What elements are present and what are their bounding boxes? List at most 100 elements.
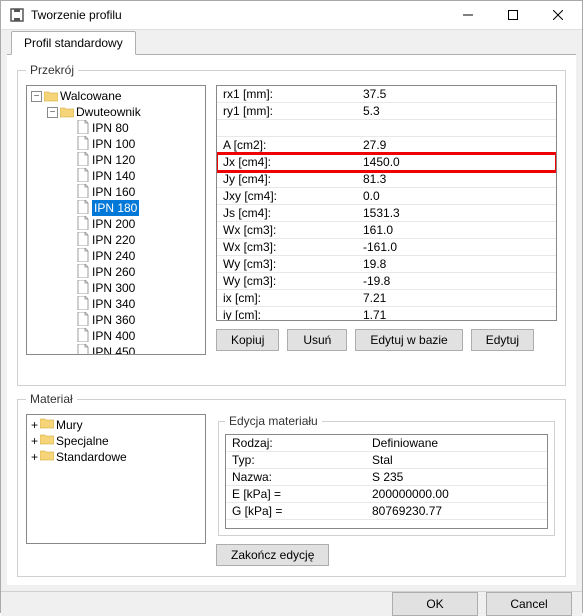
property-key: A [cm2]: bbox=[217, 137, 357, 153]
tree-item[interactable]: IPN 340 bbox=[63, 296, 205, 312]
material-tree-item[interactable]: +Specjalne bbox=[31, 433, 205, 449]
property-row[interactable]: A [cm2]:27.9 bbox=[217, 137, 556, 154]
property-value: 161.0 bbox=[357, 222, 556, 238]
tree-item[interactable]: IPN 120 bbox=[63, 152, 205, 168]
material-fieldset: Materiał +Mury+Specjalne+Standardowe Edy… bbox=[17, 392, 566, 577]
property-row[interactable]: Wy [cm3]:19.8 bbox=[217, 256, 556, 273]
material-tree-item[interactable]: +Standardowe bbox=[31, 449, 205, 465]
property-row[interactable]: Js [cm4]:1531.3 bbox=[217, 205, 556, 222]
property-value: 37.5 bbox=[357, 86, 556, 102]
material-legend: Materiał bbox=[26, 392, 77, 406]
ok-button[interactable]: OK bbox=[392, 592, 478, 616]
tree-item[interactable]: IPN 220 bbox=[63, 232, 205, 248]
property-row[interactable]: Jx [cm4]:1450.0 bbox=[217, 154, 556, 171]
section-tree[interactable]: −Walcowane−DwuteownikIPN 80IPN 100IPN 12… bbox=[26, 85, 206, 355]
property-value: 1531.3 bbox=[357, 205, 556, 221]
dialog-window: Tworzenie profilu Profil standardowy Prz… bbox=[0, 0, 583, 613]
material-property-row[interactable]: Nazwa:S 235 bbox=[226, 469, 547, 486]
property-key: Js [cm4]: bbox=[217, 205, 357, 221]
file-icon bbox=[76, 296, 90, 312]
tree-item[interactable]: IPN 140 bbox=[63, 168, 205, 184]
tree-node-root[interactable]: −Walcowane bbox=[31, 88, 205, 104]
close-button[interactable] bbox=[535, 1, 580, 29]
cancel-button[interactable]: Cancel bbox=[486, 592, 572, 616]
property-row[interactable]: ry1 [mm]:5.3 bbox=[217, 103, 556, 120]
property-key: ry1 [mm]: bbox=[217, 103, 357, 119]
property-key: iy [cm]: bbox=[217, 307, 357, 321]
tree-item[interactable]: IPN 240 bbox=[63, 248, 205, 264]
material-tree-item[interactable]: +Mury bbox=[31, 417, 205, 433]
property-key: Nazwa: bbox=[226, 469, 366, 485]
property-key: Rodzaj: bbox=[226, 435, 366, 451]
file-icon bbox=[76, 200, 90, 216]
property-key: Jy [cm4]: bbox=[217, 171, 357, 187]
tree-item[interactable]: IPN 300 bbox=[63, 280, 205, 296]
property-key: Jxy [cm4]: bbox=[217, 188, 357, 204]
file-icon bbox=[76, 216, 90, 232]
material-tree[interactable]: +Mury+Specjalne+Standardowe bbox=[26, 414, 206, 544]
delete-button[interactable]: Usuń bbox=[287, 329, 347, 351]
maximize-button[interactable] bbox=[490, 1, 535, 29]
property-key: ix [cm]: bbox=[217, 290, 357, 306]
material-property-row[interactable]: Typ:Stal bbox=[226, 452, 547, 469]
property-value: 80769230.77 bbox=[366, 503, 547, 519]
property-key: G [kPa] = bbox=[226, 503, 366, 519]
material-edit-fieldset: Edycja materiału Rodzaj:DefiniowaneTyp:S… bbox=[218, 414, 555, 536]
property-value: Definiowane bbox=[366, 435, 547, 451]
edit-base-button[interactable]: Edytuj w bazie bbox=[355, 329, 462, 351]
property-key: Wy [cm3]: bbox=[217, 273, 357, 289]
property-row[interactable]: Wx [cm3]:161.0 bbox=[217, 222, 556, 239]
file-icon bbox=[76, 184, 90, 200]
tree-item[interactable]: IPN 100 bbox=[63, 136, 205, 152]
property-row[interactable]: Jxy [cm4]:0.0 bbox=[217, 188, 556, 205]
folder-icon bbox=[40, 433, 54, 449]
tabstrip: Profil standardowy bbox=[1, 30, 582, 54]
property-value: 1450.0 bbox=[357, 154, 556, 170]
tree-item[interactable]: IPN 450 bbox=[63, 344, 205, 355]
tree-item[interactable]: IPN 200 bbox=[63, 216, 205, 232]
finish-edit-button[interactable]: Zakończ edycję bbox=[216, 544, 329, 566]
file-icon bbox=[76, 248, 90, 264]
property-value: 200000000.00 bbox=[366, 486, 547, 502]
property-row[interactable] bbox=[217, 120, 556, 137]
material-property-row[interactable]: E [kPa] =200000000.00 bbox=[226, 486, 547, 503]
property-value bbox=[357, 120, 556, 136]
material-properties[interactable]: Rodzaj:DefiniowaneTyp:StalNazwa:S 235E [… bbox=[225, 434, 548, 529]
property-value: 19.8 bbox=[357, 256, 556, 272]
dialog-footer: OK Cancel bbox=[1, 591, 582, 616]
file-icon bbox=[76, 120, 90, 136]
file-icon bbox=[76, 312, 90, 328]
file-icon bbox=[76, 136, 90, 152]
tab-standard-profile[interactable]: Profil standardowy bbox=[11, 31, 136, 55]
minimize-button[interactable] bbox=[445, 1, 490, 29]
property-row[interactable]: iy [cm]:1.71 bbox=[217, 307, 556, 321]
tree-item[interactable]: IPN 80 bbox=[63, 120, 205, 136]
tree-item[interactable]: IPN 180 bbox=[63, 200, 205, 216]
titlebar: Tworzenie profilu bbox=[1, 1, 582, 30]
property-key: Wx [cm3]: bbox=[217, 239, 357, 255]
property-key: Wx [cm3]: bbox=[217, 222, 357, 238]
property-row[interactable]: Wy [cm3]:-19.8 bbox=[217, 273, 556, 290]
property-value: 5.3 bbox=[357, 103, 556, 119]
section-properties[interactable]: rx1 [mm]:37.5ry1 [mm]:5.3 A [cm2]:27.9Jx … bbox=[216, 85, 557, 321]
property-row[interactable]: rx1 [mm]:37.5 bbox=[217, 86, 556, 103]
property-row[interactable]: ix [cm]:7.21 bbox=[217, 290, 556, 307]
tree-item[interactable]: IPN 260 bbox=[63, 264, 205, 280]
file-icon bbox=[76, 168, 90, 184]
tree-node-branch[interactable]: −Dwuteownik bbox=[47, 104, 205, 120]
property-row[interactable]: Jy [cm4]:81.3 bbox=[217, 171, 556, 188]
property-row[interactable]: Wx [cm3]:-161.0 bbox=[217, 239, 556, 256]
property-value: 0.0 bbox=[357, 188, 556, 204]
tree-item[interactable]: IPN 360 bbox=[63, 312, 205, 328]
folder-icon bbox=[44, 88, 58, 104]
material-property-row[interactable]: Rodzaj:Definiowane bbox=[226, 435, 547, 452]
tree-item[interactable]: IPN 160 bbox=[63, 184, 205, 200]
edit-button[interactable]: Edytuj bbox=[471, 329, 534, 351]
file-icon bbox=[76, 280, 90, 296]
copy-button[interactable]: Kopiuj bbox=[216, 329, 279, 351]
property-value: 27.9 bbox=[357, 137, 556, 153]
file-icon bbox=[76, 264, 90, 280]
file-icon bbox=[76, 152, 90, 168]
tree-item[interactable]: IPN 400 bbox=[63, 328, 205, 344]
material-property-row[interactable]: G [kPa] =80769230.77 bbox=[226, 503, 547, 520]
